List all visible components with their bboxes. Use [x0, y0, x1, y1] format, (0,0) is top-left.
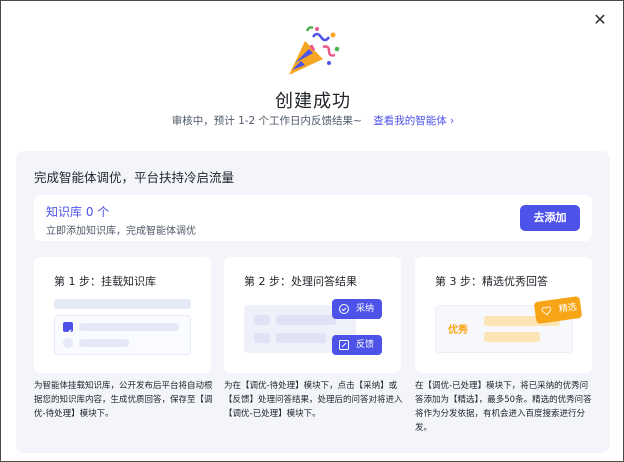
- placeholder-bar: [254, 315, 270, 325]
- step-1-desc: 为智能体挂载知识库，公开发布后平台将自动根据您的知识库内容，生成优质回答，保存至…: [34, 381, 213, 419]
- step-1-card: 第 1 步：挂载知识库: [34, 257, 211, 373]
- panel-title: 完成智能体调优，平台扶持冷启流量: [34, 170, 235, 185]
- party-popper-icon: [289, 26, 340, 75]
- step-2-desc: 为在【调优-待处理】模块下，点击【采纳】或【反馈】处理问答结果，处理后的问答对将…: [224, 381, 403, 419]
- accept-button[interactable]: 采纳: [332, 299, 382, 319]
- view-link-label: 查看我的智能体: [373, 115, 447, 127]
- checkbox-checked-icon: [63, 322, 73, 336]
- placeholder-bar: [276, 333, 326, 343]
- view-my-agent-link[interactable]: 查看我的智能体 ›: [373, 115, 454, 127]
- step-3-title: 第 3 步：精选优秀回答: [435, 275, 548, 288]
- step-3-card: 第 3 步：精选优秀回答 优秀 精选: [415, 257, 592, 373]
- status-line: 审核中，预计 1-2 个工作日内反馈结果~ 查看我的智能体 ›: [1, 113, 624, 128]
- step-2-card: 第 2 步：处理问答结果 采纳 反馈: [224, 257, 401, 373]
- add-knowledge-button[interactable]: 去添加: [520, 205, 580, 231]
- feedback-button[interactable]: 反馈: [332, 335, 382, 355]
- step-1-title: 第 1 步：挂载知识库: [54, 275, 156, 288]
- placeholder-bar: [79, 339, 129, 347]
- excellent-label: 优秀: [448, 325, 468, 336]
- heart-tag-icon: [541, 306, 552, 316]
- featured-label: 精选: [558, 302, 578, 315]
- feedback-label: 反馈: [356, 340, 375, 350]
- placeholder-bar: [276, 315, 336, 325]
- radio-placeholder: [63, 338, 73, 348]
- step-2-title: 第 2 步：处理问答结果: [244, 275, 357, 288]
- dialog-title: 创建成功: [275, 91, 351, 112]
- feedback-icon: [339, 340, 349, 350]
- step-3-desc: 在【调优-已处理】模块下，将已采纳的优秀问答添加为【精选】，最多50条。精选的优…: [415, 381, 592, 433]
- knowledge-base-count: 知识库 0 个: [46, 205, 110, 219]
- placeholder-bar: [54, 299, 191, 309]
- accept-label: 采纳: [356, 304, 375, 314]
- list-placeholder: [54, 315, 191, 355]
- success-dialog: ✕ 创建成功 审核中，预计 1-2 个工作日内反馈结果~ 查看我的智能体 › 完…: [0, 0, 624, 462]
- placeholder-bar: [254, 333, 270, 343]
- close-icon[interactable]: ✕: [591, 11, 609, 29]
- accept-icon: [339, 304, 349, 314]
- tuning-panel: 完成智能体调优，平台扶持冷启流量 知识库 0 个 立即添加知识库，完成智能体调优…: [16, 151, 610, 453]
- placeholder-bar: [484, 332, 540, 342]
- knowledge-base-desc: 立即添加知识库，完成智能体调优: [46, 226, 196, 237]
- status-text: 审核中，预计 1-2 个工作日内反馈结果~: [171, 115, 362, 127]
- placeholder-bar: [79, 323, 179, 331]
- knowledge-base-card: 知识库 0 个 立即添加知识库，完成智能体调优 去添加: [34, 195, 592, 241]
- chevron-right-icon: ›: [450, 115, 455, 127]
- featured-tag: 精选: [533, 295, 583, 325]
